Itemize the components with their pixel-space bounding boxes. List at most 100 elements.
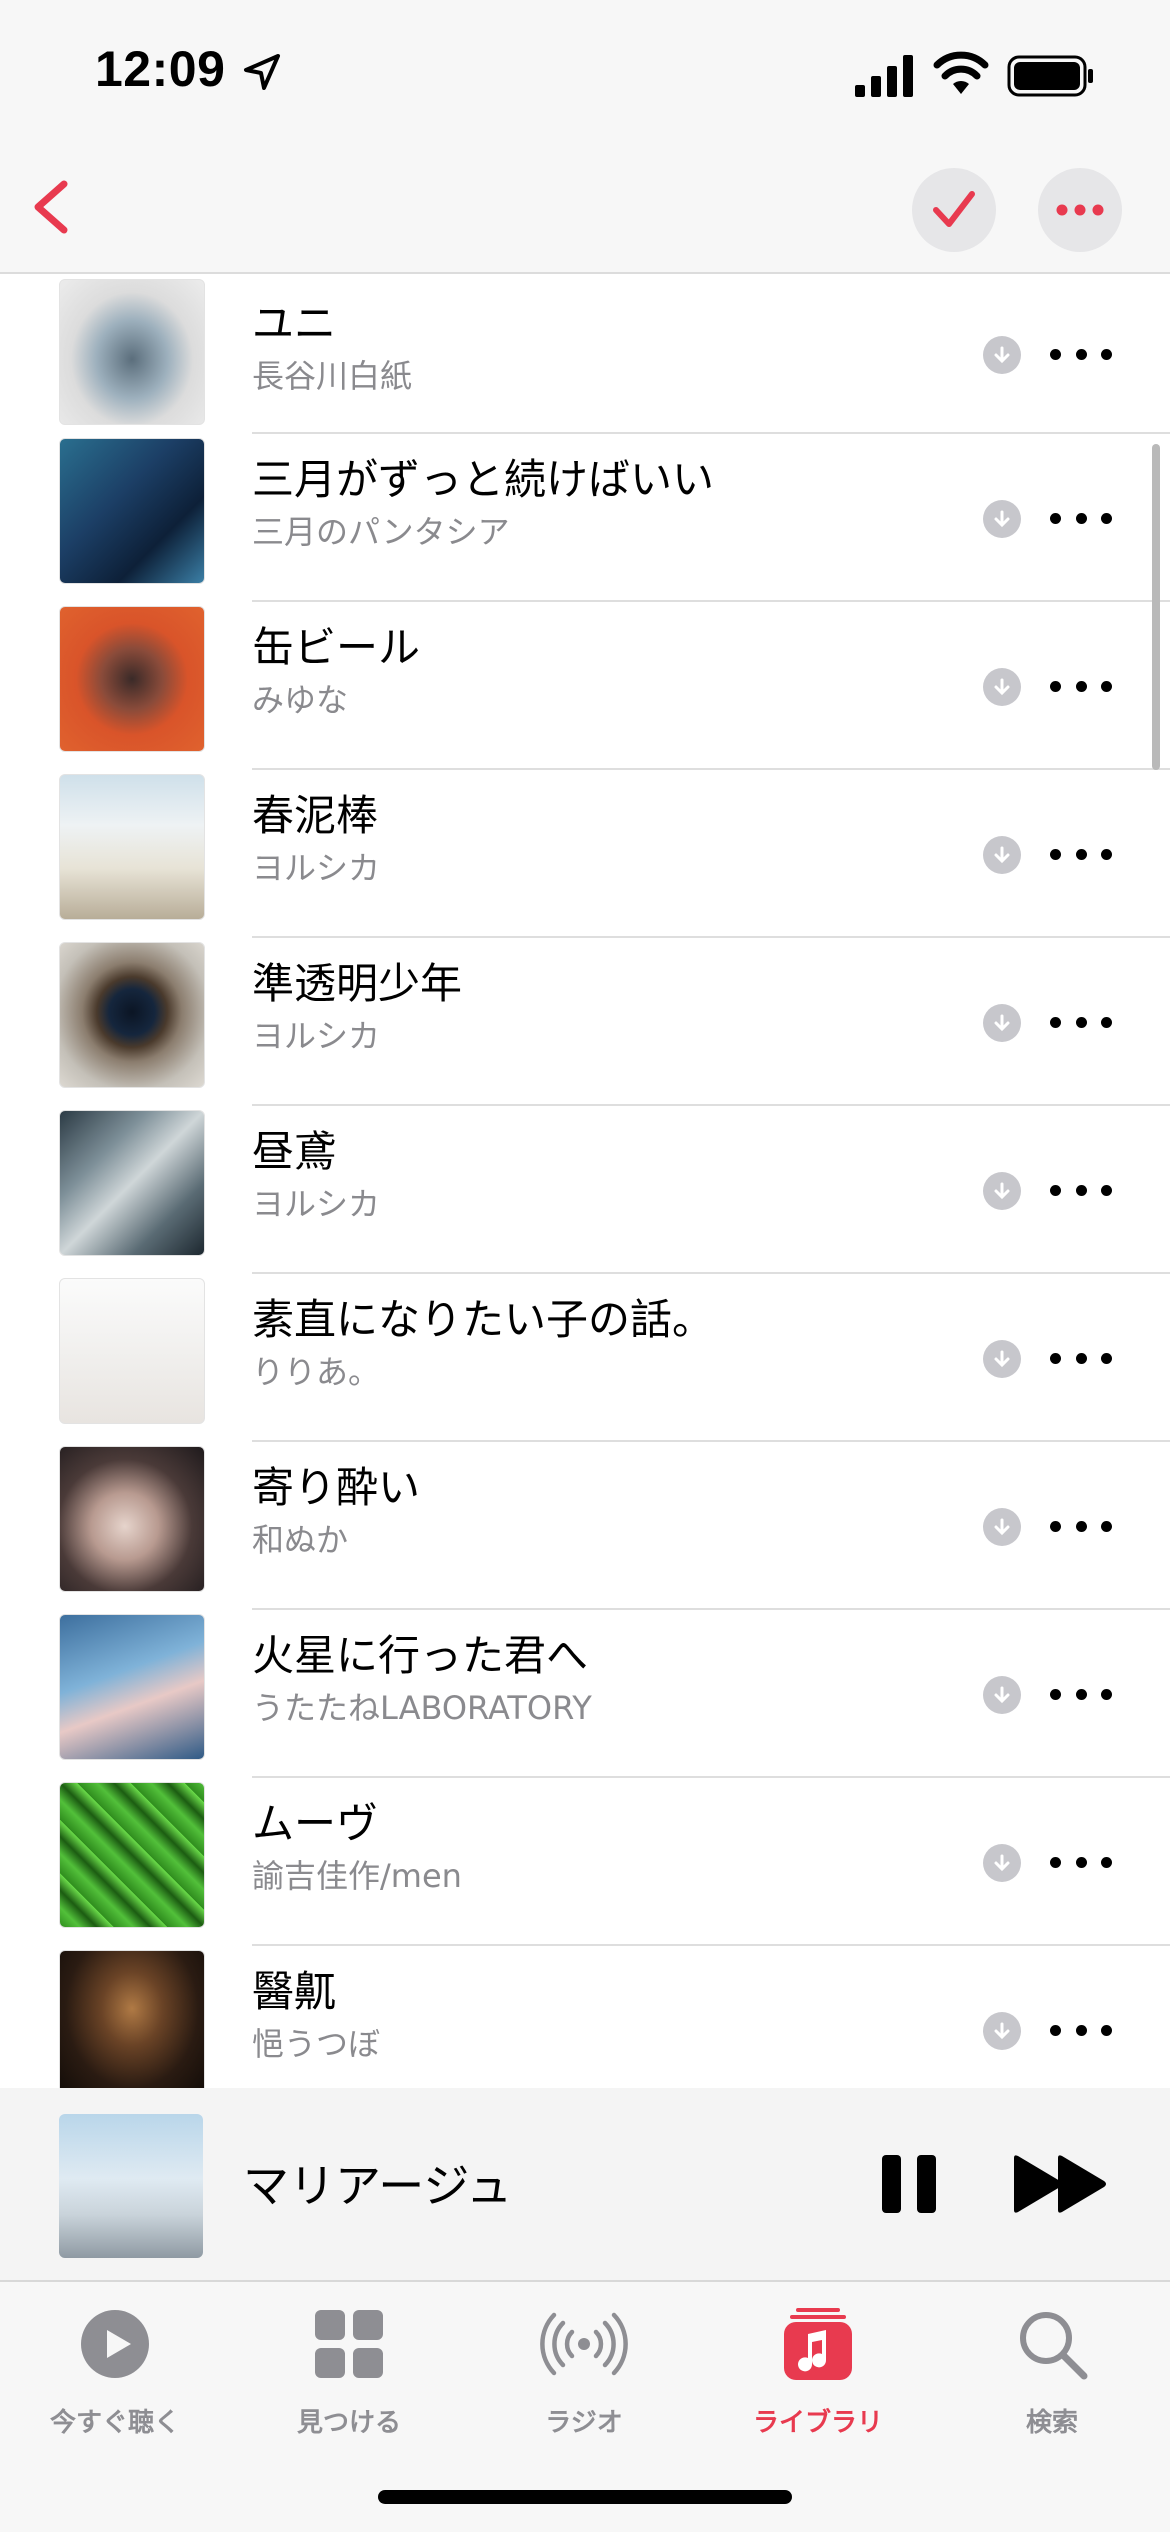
music-note-icon: [784, 2308, 852, 2380]
grid-icon: [315, 2310, 383, 2378]
battery-icon: [1007, 55, 1093, 97]
song-artist: 三月のパンタシア: [252, 513, 510, 551]
tab-radio[interactable]: ラジオ: [484, 2302, 684, 2452]
scroll-indicator[interactable]: [1152, 444, 1160, 770]
song-title: ムーヴ: [252, 1799, 379, 1848]
status-bar: 12:09: [0, 0, 1170, 150]
row-more-button[interactable]: [1050, 498, 1112, 538]
green-glitch-artwork: [59, 1782, 205, 1928]
row-more-button[interactable]: [1050, 834, 1112, 874]
song-row[interactable]: 醫鼿 悒うつぼ: [0, 1946, 1170, 2088]
song-title: 寄り酔い: [252, 1463, 421, 1512]
song-title: 火星に行った君へ: [252, 1631, 589, 1680]
download-icon[interactable]: [983, 1172, 1021, 1210]
status-time: 12:09: [95, 41, 226, 97]
download-icon[interactable]: [983, 500, 1021, 538]
tab-label: 今すぐ聴く: [49, 2408, 180, 2438]
back-chevron-icon[interactable]: [18, 172, 88, 242]
song-title: 春泥棒: [252, 791, 379, 840]
fast-forward-icon[interactable]: [1012, 2154, 1110, 2214]
tab-browse[interactable]: 見つける: [249, 2302, 449, 2452]
download-icon[interactable]: [983, 1676, 1021, 1714]
more-options-button[interactable]: [1038, 168, 1122, 252]
song-artist: 長谷川白紙: [252, 357, 413, 395]
song-row[interactable]: 寄り酔い 和ぬか: [0, 1442, 1170, 1610]
tab-library[interactable]: ライブラリ: [718, 2302, 918, 2452]
song-artist: 諭吉佳作/men: [252, 1857, 462, 1895]
tab-search[interactable]: 検索: [952, 2302, 1152, 2452]
song-title: 準透明少年: [252, 959, 463, 1008]
song-row[interactable]: ムーヴ 諭吉佳作/men: [0, 1778, 1170, 1946]
song-artist: 悒うつぼ: [252, 2025, 381, 2063]
row-more-button[interactable]: [1050, 666, 1112, 706]
song-artist: ヨルシカ: [252, 849, 381, 887]
now-playing-title: マリアージュ: [243, 2159, 513, 2213]
collage-artwork: [59, 1110, 205, 1256]
row-more-button[interactable]: [1050, 1338, 1112, 1378]
navigation-bar: [0, 150, 1170, 274]
song-row[interactable]: 昼鳶 ヨルシカ: [0, 1106, 1170, 1274]
search-icon: [1020, 2312, 1088, 2380]
song-title: ユニ: [252, 299, 337, 348]
location-arrow-icon: [244, 54, 280, 90]
song-artist: 和ぬか: [252, 1521, 349, 1559]
orange-portrait-artwork: [59, 606, 205, 752]
song-artist: りりあ。: [252, 1353, 381, 1391]
download-icon[interactable]: [983, 1508, 1021, 1546]
row-more-button[interactable]: [1050, 1674, 1112, 1714]
song-row[interactable]: 準透明少年 ヨルシカ: [0, 938, 1170, 1106]
row-more-button[interactable]: [1050, 1170, 1112, 1210]
dark-room-artwork: [59, 1950, 205, 2088]
song-title: 缶ビール: [252, 623, 421, 672]
row-more-button[interactable]: [1050, 334, 1112, 374]
song-title: 醫鼿: [252, 1967, 337, 2016]
pale-landscape-artwork: [59, 774, 205, 920]
download-icon[interactable]: [983, 1844, 1021, 1882]
song-row[interactable]: 素直になりたい子の話。 りりあ。: [0, 1274, 1170, 1442]
tab-label: 検索: [1025, 2408, 1078, 2438]
download-icon[interactable]: [983, 1004, 1021, 1042]
cellular-signal-icon: [855, 55, 913, 97]
song-row[interactable]: 三月がずっと続けばいい 三月のパンタシア: [0, 434, 1170, 602]
row-more-button[interactable]: [1050, 2010, 1112, 2050]
ellipsis-icon: [1056, 204, 1104, 216]
song-list[interactable]: ユニ 長谷川白紙 三月がずっと続けばいい 三月のパンタシア 缶ビール みゆな 春…: [0, 276, 1170, 2088]
song-artist: うたたねLABORATORY: [252, 1689, 592, 1727]
song-row[interactable]: 火星に行った君へ うたたねLABORATORY: [0, 1610, 1170, 1778]
song-title: 三月がずっと続けばいい: [252, 455, 715, 504]
wifi-icon: [933, 51, 989, 94]
tab-label: ラジオ: [545, 2408, 623, 2438]
pause-icon[interactable]: [880, 2153, 938, 2215]
astronaut-artwork: [59, 1614, 205, 1760]
song-artist: ヨルシカ: [252, 1185, 381, 1223]
download-icon[interactable]: [983, 2012, 1021, 2050]
download-icon[interactable]: [983, 836, 1021, 874]
download-icon[interactable]: [983, 336, 1021, 374]
song-row[interactable]: ユニ 長谷川白紙: [0, 276, 1170, 434]
row-more-button[interactable]: [1050, 1842, 1112, 1882]
song-row[interactable]: 缶ビール みゆな: [0, 602, 1170, 770]
song-row[interactable]: 春泥棒 ヨルシカ: [0, 770, 1170, 938]
radio-waves-icon: [540, 2312, 628, 2376]
girl-face-artwork: [59, 1446, 205, 1592]
download-icon[interactable]: [983, 1340, 1021, 1378]
tab-listen-now[interactable]: 今すぐ聴く: [15, 2302, 215, 2452]
app-screen: 12:09 ユニ 長谷川白紙 三月がずっと続けばいい 三月のパンタシア 缶ビール…: [0, 0, 1170, 2532]
song-artist: ヨルシカ: [252, 1017, 381, 1055]
play-circle-icon: [81, 2310, 149, 2378]
checkmark-icon: [933, 191, 975, 227]
vase-artwork: [59, 279, 205, 425]
row-more-button[interactable]: [1050, 1002, 1112, 1042]
song-title: 素直になりたい子の話。: [252, 1295, 715, 1344]
home-indicator[interactable]: [378, 2490, 792, 2504]
tab-label: 見つける: [296, 2408, 401, 2438]
antenna-sky-artwork: [59, 2114, 203, 2258]
tab-label: ライブラリ: [752, 2408, 883, 2438]
select-check-button[interactable]: [912, 168, 996, 252]
song-artist: みゆな: [252, 681, 349, 719]
row-more-button[interactable]: [1050, 1506, 1112, 1546]
mini-player[interactable]: マリアージュ: [0, 2088, 1170, 2280]
eye-artwork: [59, 942, 205, 1088]
download-icon[interactable]: [983, 668, 1021, 706]
blue-illustration-artwork: [59, 438, 205, 584]
